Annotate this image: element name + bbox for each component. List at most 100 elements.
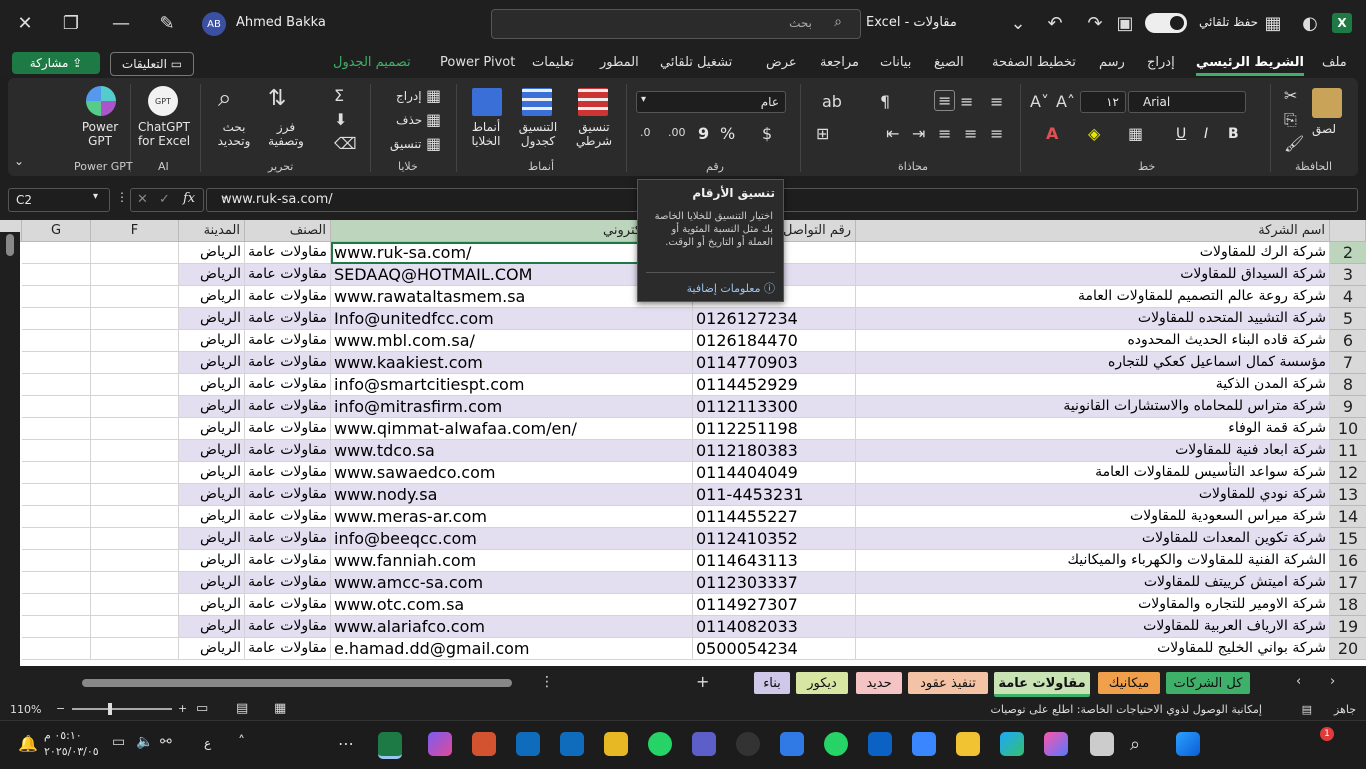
cell-category[interactable]: مقاولات عامة xyxy=(245,242,331,264)
row-header-1[interactable] xyxy=(1330,220,1366,242)
outdent-icon[interactable]: ⇤ xyxy=(886,124,899,143)
tab-home[interactable]: الشريط الرئيسي xyxy=(1196,55,1304,76)
cell-f[interactable] xyxy=(91,308,179,330)
cell-f[interactable] xyxy=(91,528,179,550)
find-icon[interactable]: ⌕ xyxy=(218,84,231,112)
tab-automate[interactable]: تشغيل تلقائي xyxy=(660,55,732,70)
orientation-icon[interactable]: ab xyxy=(822,92,842,111)
power-gpt-button[interactable]: Power GPT xyxy=(80,120,120,148)
cell-f[interactable] xyxy=(91,462,179,484)
cell-f[interactable] xyxy=(91,330,179,352)
save-icon[interactable]: ▣ xyxy=(1110,8,1140,38)
page-layout-view-icon[interactable]: ▤ xyxy=(236,701,248,716)
cell-g[interactable] xyxy=(22,594,91,616)
cell-city[interactable]: الرياض xyxy=(179,550,245,572)
fill-color-icon[interactable]: ◈ xyxy=(1088,124,1100,143)
comma-button[interactable]: 9 xyxy=(698,124,709,143)
italic-button[interactable]: I xyxy=(1204,126,1208,142)
cell-g[interactable] xyxy=(22,264,91,286)
cell-g[interactable] xyxy=(22,418,91,440)
whatsapp-business-icon[interactable] xyxy=(648,732,672,756)
tab-help[interactable]: تعليمات xyxy=(532,55,574,70)
cell-phone[interactable]: 0112251198 xyxy=(693,418,856,440)
tab-table-design[interactable]: تصميم الجدول xyxy=(333,55,411,70)
language-indicator[interactable]: ع xyxy=(204,736,211,750)
cell-company[interactable]: شركة السيداق للمقاولات xyxy=(856,264,1330,286)
cell-phone[interactable]: 0114643113 xyxy=(693,550,856,572)
row-header[interactable]: 17 xyxy=(1330,572,1366,594)
text-direction-icon[interactable]: ¶ xyxy=(880,92,890,111)
cell-company[interactable]: شركة نودي للمقاولات xyxy=(856,484,1330,506)
more-apps-icon[interactable]: ⋯ xyxy=(338,734,354,753)
cell-city[interactable]: الرياض xyxy=(179,440,245,462)
cell-styles-icon[interactable] xyxy=(472,88,502,116)
cell-phone[interactable]: 0126127234 xyxy=(693,308,856,330)
cell-g[interactable] xyxy=(22,440,91,462)
cell-category[interactable]: مقاولات عامة xyxy=(245,572,331,594)
row-header[interactable]: 6 xyxy=(1330,330,1366,352)
cell-category[interactable]: مقاولات عامة xyxy=(245,594,331,616)
app-icon[interactable] xyxy=(868,732,892,756)
cell-website[interactable]: www.alariafco.com xyxy=(331,616,693,638)
number-format-select[interactable]: عام ▾ xyxy=(636,91,786,113)
mail-icon[interactable] xyxy=(780,732,804,756)
whatsapp-icon[interactable] xyxy=(824,732,848,756)
cell-styles-button[interactable]: أنماط الخلايا xyxy=(462,120,510,148)
format-as-table-button[interactable]: التنسيق كجدول xyxy=(510,120,566,148)
cell-g[interactable] xyxy=(22,462,91,484)
row-header[interactable]: 2 xyxy=(1330,242,1366,264)
cell-company[interactable]: الشركة الفنية للمقاولات والكهرباء والميك… xyxy=(856,550,1330,572)
zoom-level[interactable]: 110% xyxy=(10,703,41,716)
row-header[interactable]: 14 xyxy=(1330,506,1366,528)
expand-icon[interactable]: ⌄ xyxy=(221,191,1351,202)
cell-phone[interactable]: 0500054234 xyxy=(693,638,856,660)
battery-icon[interactable]: ▭ xyxy=(112,734,125,750)
sheet-tab-mechanics[interactable]: ميكانيك xyxy=(1098,672,1160,694)
volume-icon[interactable]: 🔈 xyxy=(136,734,153,750)
comments-button[interactable]: التعليقات ▭ xyxy=(110,52,194,76)
cell-city[interactable]: الرياض xyxy=(179,528,245,550)
cell-company[interactable]: شركة قاده البناء الحديث المحدوده xyxy=(856,330,1330,352)
cell-f[interactable] xyxy=(91,550,179,572)
cell-city[interactable]: الرياض xyxy=(179,286,245,308)
check-icon[interactable]: ✓ xyxy=(159,192,170,207)
cell-g[interactable] xyxy=(22,484,91,506)
cell-website[interactable]: info@mitrasfirm.com xyxy=(331,396,693,418)
cell-f[interactable] xyxy=(91,374,179,396)
powerpoint-icon[interactable] xyxy=(472,732,496,756)
align-top-icon[interactable]: ≡ xyxy=(990,92,1003,111)
insert-cells-icon[interactable]: ▦ xyxy=(426,86,441,105)
conditional-formatting-icon[interactable] xyxy=(578,88,608,116)
cell-category[interactable]: مقاولات عامة xyxy=(245,352,331,374)
cell-company[interactable]: شركة ميراس السعودية للمقاولات xyxy=(856,506,1330,528)
cell-category[interactable]: مقاولات عامة xyxy=(245,440,331,462)
find-select-button[interactable]: بحث وتحديد xyxy=(214,120,254,148)
scroll-tabs-right-icon[interactable]: ‹ xyxy=(1296,674,1301,689)
cell-website[interactable]: www.qimmat-alwafaa.com/en/ xyxy=(331,418,693,440)
notifications-icon[interactable]: 🔔 xyxy=(18,734,38,753)
tab-insert[interactable]: إدراج xyxy=(1147,55,1175,70)
cell-phone[interactable]: 0114770903 xyxy=(693,352,856,374)
sort-filter-icon[interactable]: ⇅ xyxy=(268,86,286,111)
cell-category[interactable]: مقاولات عامة xyxy=(245,308,331,330)
cell-website[interactable]: Info@unitedfcc.com xyxy=(331,308,693,330)
paste-icon[interactable] xyxy=(1312,88,1342,118)
cell-website[interactable]: www.kaakiest.com xyxy=(331,352,693,374)
pen-icon[interactable]: ✎ xyxy=(152,8,182,38)
cell-g[interactable] xyxy=(22,330,91,352)
cell-category[interactable]: مقاولات عامة xyxy=(245,396,331,418)
github-icon[interactable] xyxy=(736,732,760,756)
cell-category[interactable]: مقاولات عامة xyxy=(245,330,331,352)
task-view-icon[interactable] xyxy=(1090,732,1114,756)
cell-f[interactable] xyxy=(91,484,179,506)
row-header[interactable]: 19 xyxy=(1330,616,1366,638)
font-size-select[interactable]: ١٢ xyxy=(1080,91,1126,113)
tab-file[interactable]: ملف xyxy=(1322,55,1347,70)
conditional-formatting-button[interactable]: تنسيق شرطي xyxy=(566,120,622,148)
cell-company[interactable]: شركة التشييد المتحده للمقاولات xyxy=(856,308,1330,330)
row-header[interactable]: 12 xyxy=(1330,462,1366,484)
chatgpt-button[interactable]: ChatGPT for Excel xyxy=(136,120,192,148)
autosave-toggle[interactable] xyxy=(1145,13,1187,33)
bold-button[interactable]: B xyxy=(1228,126,1239,142)
normal-view-icon[interactable]: ▦ xyxy=(274,701,286,716)
